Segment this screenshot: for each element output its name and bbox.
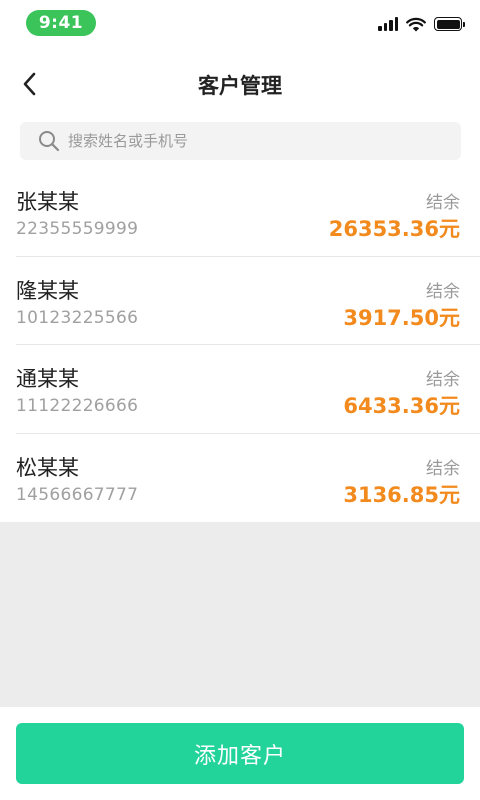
customer-row[interactable]: 通某某 11122226666 结余 6433.36元 (16, 345, 480, 434)
balance-label: 结余 (426, 281, 460, 302)
status-bar: 9:41 (0, 0, 480, 44)
battery-icon (434, 17, 465, 31)
customer-row[interactable]: 张某某 22355559999 结余 26353.36元 (16, 168, 480, 257)
status-time: 9:41 (26, 10, 96, 36)
add-customer-button[interactable]: 添加客户 (16, 723, 464, 784)
search-icon (39, 131, 60, 152)
customer-phone: 11122226666 (16, 396, 139, 416)
customer-name: 张某某 (16, 190, 79, 214)
balance-amount: 3917.50元 (343, 305, 460, 330)
customer-name: 通某某 (16, 367, 79, 391)
content-area: 9:41 客户管理 搜索姓名或手机号 张某某 22355559999 结余 26… (0, 0, 480, 522)
customer-phone: 10123225566 (16, 307, 139, 328)
customer-phone: 22355559999 (16, 219, 139, 239)
status-icons (378, 14, 465, 34)
customer-row[interactable]: 隆某某 10123225566 结余 3917.50元 (16, 257, 480, 345)
customer-name: 松某某 (16, 455, 79, 480)
nav-bar: 客户管理 (0, 56, 480, 112)
search-input[interactable] (68, 132, 428, 150)
footer-bar: 添加客户 (0, 707, 480, 800)
balance-label: 结余 (426, 370, 460, 390)
customer-phone: 14566667777 (16, 484, 139, 505)
customer-name: 隆某某 (16, 278, 79, 303)
search-bar[interactable] (20, 122, 461, 160)
customer-list: 张某某 22355559999 结余 26353.36元 隆某某 1012322… (0, 168, 480, 522)
balance-amount: 3136.85元 (343, 482, 460, 507)
balance-label: 结余 (426, 458, 460, 479)
balance-amount: 26353.36元 (328, 217, 460, 241)
balance-amount: 6433.36元 (343, 394, 460, 418)
balance-label: 结余 (426, 193, 460, 213)
wifi-icon (406, 17, 426, 31)
signal-icon (378, 17, 398, 31)
customer-row[interactable]: 松某某 14566667777 结余 3136.85元 (16, 434, 480, 523)
page-title: 客户管理 (198, 74, 282, 98)
